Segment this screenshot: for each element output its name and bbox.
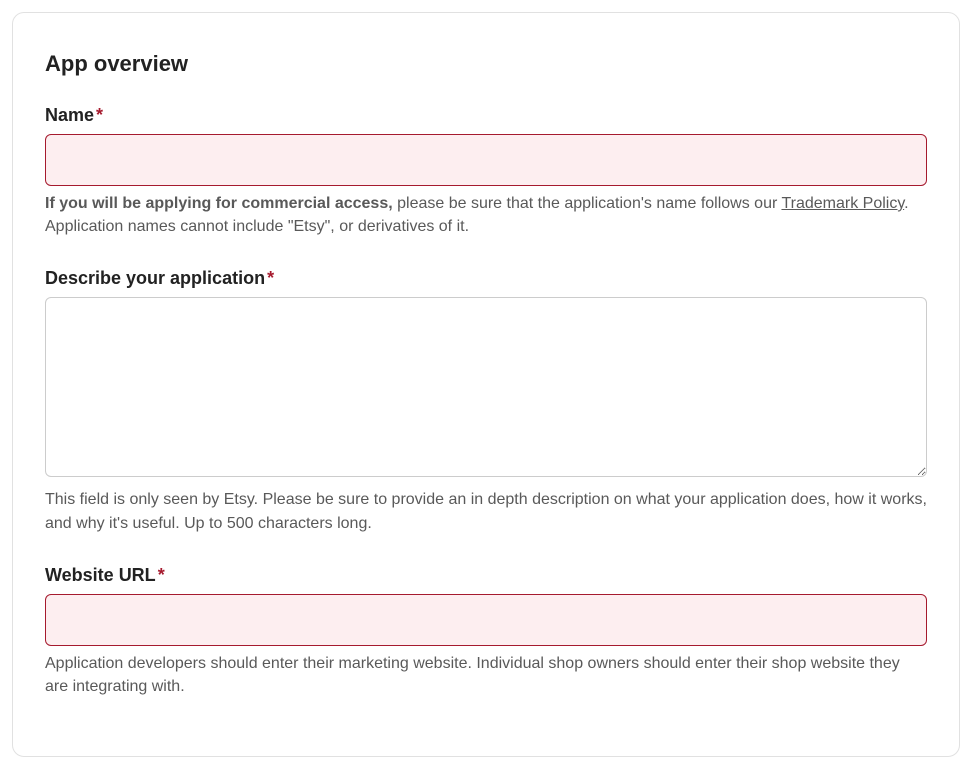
name-helper-bold: If you will be applying for commercial a… — [45, 195, 393, 212]
name-field: Name* If you will be applying for commer… — [45, 105, 927, 238]
description-textarea[interactable] — [45, 297, 927, 477]
app-overview-card: App overview Name* If you will be applyi… — [12, 12, 960, 757]
website-label: Website URL* — [45, 565, 927, 586]
description-label: Describe your application* — [45, 268, 927, 289]
trademark-policy-link[interactable]: Trademark Policy — [781, 195, 904, 212]
description-field: Describe your application* This field is… — [45, 268, 927, 534]
name-label-text: Name — [45, 105, 94, 125]
description-label-text: Describe your application — [45, 268, 265, 288]
description-helper-text: This field is only seen by Etsy. Please … — [45, 488, 927, 534]
website-helper-text: Application developers should enter thei… — [45, 652, 927, 698]
website-field: Website URL* Application developers shou… — [45, 565, 927, 698]
name-helper-text: If you will be applying for commercial a… — [45, 192, 927, 238]
required-asterisk-icon: * — [158, 565, 165, 585]
section-title: App overview — [45, 51, 927, 77]
required-asterisk-icon: * — [96, 105, 103, 125]
website-label-text: Website URL — [45, 565, 156, 585]
name-helper-part1: please be sure that the application's na… — [393, 195, 782, 212]
website-input[interactable] — [45, 594, 927, 646]
name-label: Name* — [45, 105, 927, 126]
name-input[interactable] — [45, 134, 927, 186]
required-asterisk-icon: * — [267, 268, 274, 288]
